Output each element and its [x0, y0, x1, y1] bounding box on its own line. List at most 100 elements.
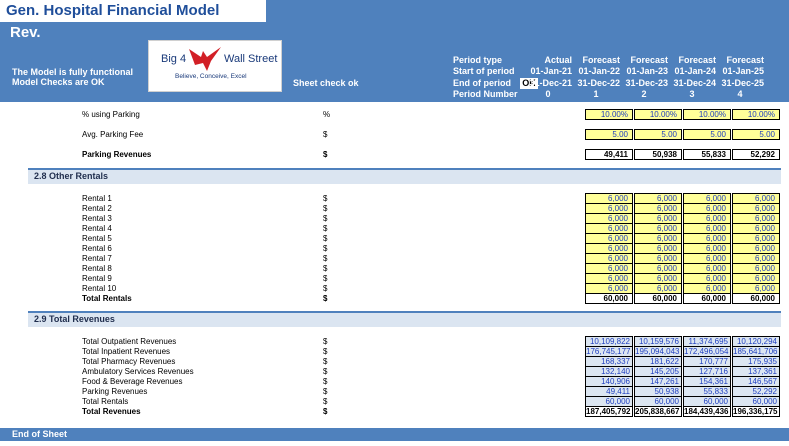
label-rental: Rental 4	[82, 224, 112, 233]
row-label-end: End of period	[453, 78, 511, 88]
unit-revenue-line: $	[323, 357, 328, 366]
period-type-col-3: Forecast	[678, 55, 716, 65]
sheet-check-status: Sheet check ok	[293, 78, 359, 88]
unit-parking-revenues: $	[323, 150, 328, 159]
input-parking-fee[interactable]: 5.00	[683, 129, 731, 140]
unit-rental: $	[323, 214, 328, 223]
period-end-col-2: 31-Dec-23	[625, 78, 668, 88]
period-num-col-4: 4	[737, 89, 743, 99]
label-revenue-line: Total Pharmacy Revenues	[82, 357, 176, 366]
label-total-revenues: Total Revenues	[82, 407, 141, 416]
sheet-subtitle: Rev.	[10, 24, 41, 41]
label-rental: Rental 10	[82, 284, 117, 293]
label-rental: Rental 6	[82, 244, 112, 253]
input-using-parking[interactable]: 10.00%	[634, 109, 682, 120]
value-parking-revenues: 52,292	[732, 149, 780, 160]
period-end-col-1: 31-Dec-22	[577, 78, 620, 88]
unit-revenue-line: $	[323, 387, 328, 396]
end-of-sheet-label: End of Sheet	[12, 429, 68, 439]
value-total-revenues: 184,439,436	[683, 406, 731, 417]
unit-rental: $	[323, 234, 328, 243]
value-parking-revenues: 55,833	[683, 149, 731, 160]
logo-text-right: Wall Street	[224, 53, 278, 65]
period-num-col-2: 2	[641, 89, 647, 99]
unit-revenue-line: $	[323, 347, 328, 356]
value-total-rentals: 60,000	[585, 293, 633, 304]
period-type-col-2: Forecast	[630, 55, 668, 65]
period-start-col-2: 01-Jan-23	[626, 66, 668, 76]
unit-rental: $	[323, 274, 328, 283]
row-label-start: Start of period	[453, 66, 515, 76]
label-rental: Rental 8	[82, 264, 112, 273]
unit-rental: $	[323, 254, 328, 263]
logo-text-left: Big 4	[161, 53, 187, 65]
value-total-rentals: 60,000	[683, 293, 731, 304]
value-total-revenues: 205,838,667	[634, 406, 682, 417]
label-parking-revenues: Parking Revenues	[82, 150, 152, 159]
unit-rental: $	[323, 224, 328, 233]
row-label-period-type: Period type	[453, 55, 503, 65]
label-rental: Rental 1	[82, 194, 112, 203]
end-of-sheet-bar: End of Sheet	[0, 428, 789, 441]
row-label-period-number: Period Number	[453, 89, 518, 99]
period-num-col-0: 0	[545, 89, 551, 99]
unit-revenue-line: $	[323, 377, 328, 386]
period-type-col-0: Actual	[544, 55, 572, 65]
input-using-parking[interactable]: 10.00%	[683, 109, 731, 120]
label-rental: Rental 2	[82, 204, 112, 213]
period-start-col-0: 01-Jan-21	[530, 66, 572, 76]
value-total-rentals: 60,000	[732, 293, 780, 304]
model-checks-note: Model Checks are OK	[12, 77, 105, 87]
input-using-parking[interactable]: 10.00%	[585, 109, 633, 120]
section-other-rentals: 2.8 Other Rentals	[28, 168, 781, 184]
period-start-col-3: 01-Jan-24	[674, 66, 716, 76]
section-title: 2.9 Total Revenues	[34, 314, 115, 324]
unit-rental: $	[323, 204, 328, 213]
label-revenue-line: Total Outpatient Revenues	[82, 337, 177, 346]
label-revenue-line: Ambulatory Services Revenues	[82, 367, 194, 376]
value-parking-revenues: 49,411	[585, 149, 633, 160]
unit-rental: $	[323, 194, 328, 203]
section-total-revenues: 2.9 Total Revenues	[28, 311, 781, 327]
unit-parking-fee: $	[323, 130, 328, 139]
period-type-col-4: Forecast	[726, 55, 764, 65]
label-revenue-line: Parking Revenues	[82, 387, 148, 396]
input-parking-fee[interactable]: 5.00	[585, 129, 633, 140]
model-status-note: The Model is fully functional	[12, 67, 134, 77]
label-revenue-line: Food & Beverage Revenues	[82, 377, 183, 386]
input-parking-fee[interactable]: 5.00	[634, 129, 682, 140]
period-end-col-0: 31-Dec-21	[529, 78, 572, 88]
label-rental: Rental 7	[82, 254, 112, 263]
period-start-col-1: 01-Jan-22	[578, 66, 620, 76]
section-title: 2.8 Other Rentals	[34, 171, 109, 181]
label-rental: Rental 9	[82, 274, 112, 283]
value-total-rentals: 60,000	[634, 293, 682, 304]
unit-revenue-line: $	[323, 367, 328, 376]
unit-using-parking: %	[323, 110, 331, 119]
logo-tagline: Believe, Conceive, Excel	[175, 73, 247, 80]
value-parking-revenues: 50,938	[634, 149, 682, 160]
value-total-revenues: 187,405,792	[585, 406, 633, 417]
period-num-col-3: 3	[689, 89, 695, 99]
unit-rental: $	[323, 284, 328, 293]
label-revenue-line: Total Inpatient Revenues	[82, 347, 171, 356]
period-start-col-4: 01-Jan-25	[722, 66, 764, 76]
period-type-col-1: Forecast	[582, 55, 620, 65]
unit-total-revenues: $	[323, 407, 328, 416]
period-end-col-4: 31-Dec-25	[721, 78, 764, 88]
value-total-revenues: 196,336,175	[732, 406, 780, 417]
label-rental: Rental 3	[82, 214, 112, 223]
label-parking-fee: Avg. Parking Fee	[82, 130, 144, 139]
model-title: Gen. Hospital Financial Model	[6, 2, 220, 19]
company-logo: Big 4 Wall Street Believe, Conceive, Exc…	[148, 40, 282, 92]
unit-revenue-line: $	[323, 397, 328, 406]
unit-rental: $	[323, 264, 328, 273]
label-revenue-line: Total Rentals	[82, 397, 129, 406]
label-total-rentals: Total Rentals	[82, 294, 132, 303]
period-num-col-1: 1	[593, 89, 599, 99]
unit-total-rentals: $	[323, 294, 328, 303]
period-end-col-3: 31-Dec-24	[673, 78, 716, 88]
input-parking-fee[interactable]: 5.00	[732, 129, 780, 140]
unit-rental: $	[323, 244, 328, 253]
input-using-parking[interactable]: 10.00%	[732, 109, 780, 120]
